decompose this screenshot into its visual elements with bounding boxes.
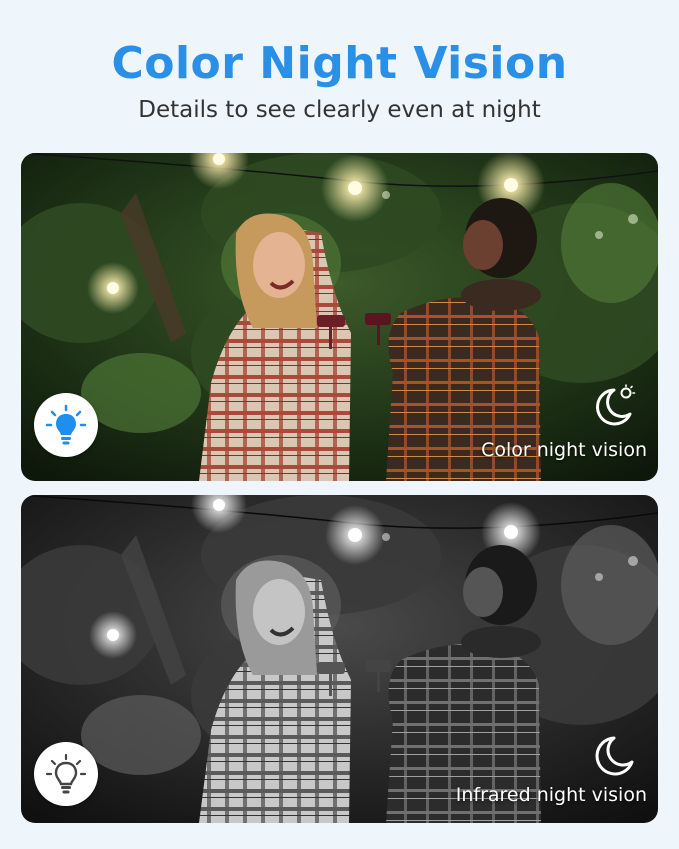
color-night-scene-image bbox=[21, 153, 658, 481]
page-title: Color Night Vision bbox=[111, 38, 568, 89]
moon-icon bbox=[592, 733, 636, 781]
lightbulb-off-icon bbox=[34, 742, 98, 806]
color-night-vision-label: Color night vision bbox=[481, 439, 647, 461]
color-night-vision-panel: Color night vision bbox=[21, 153, 658, 481]
infrared-night-vision-panel: Infrared night vision bbox=[21, 495, 658, 823]
infrared-night-scene-image bbox=[21, 495, 658, 823]
page-subtitle: Details to see clearly even at night bbox=[138, 97, 541, 123]
moon-sun-icon bbox=[592, 384, 636, 432]
lightbulb-on-icon bbox=[34, 393, 98, 457]
infrared-night-vision-label: Infrared night vision bbox=[455, 784, 647, 806]
